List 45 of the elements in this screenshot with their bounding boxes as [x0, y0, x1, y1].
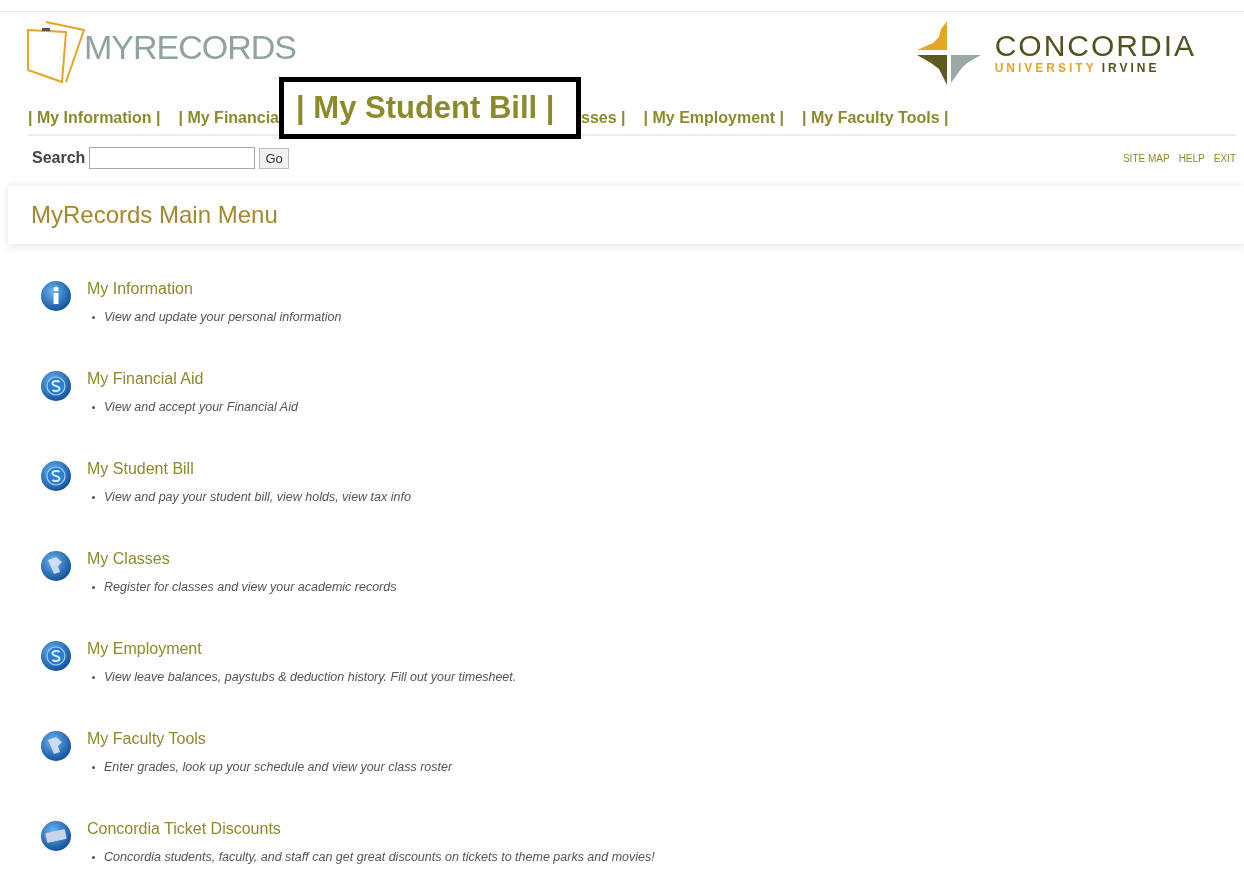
university-subtitle: UNIVERSITY	[994, 61, 1097, 75]
bullet-icon	[92, 495, 95, 499]
nav-link[interactable]: sses |	[581, 109, 626, 127]
university-name: CONCORDIA	[994, 31, 1196, 61]
go-button[interactable]: Go	[259, 147, 289, 169]
highlight-callout[interactable]: | My Student Bill |	[279, 77, 581, 139]
menu-link[interactable]: My Faculty Tools	[87, 730, 453, 748]
info-icon	[40, 280, 72, 312]
bullet-icon	[92, 765, 95, 769]
menu-description: View leave balances, paystubs & deduction history. Fill out your timesheet.	[104, 670, 517, 684]
menu-description: View and update your personal information	[104, 310, 342, 324]
menu-description: Enter grades, look up your schedule and view your class roster	[104, 760, 453, 774]
page-title: MyRecords Main Menu	[31, 201, 278, 229]
bullet-icon	[92, 855, 95, 859]
search-label: Search	[32, 149, 86, 167]
dollar-coin-icon	[40, 640, 72, 672]
menu-link[interactable]: Concordia Ticket Discounts	[87, 820, 655, 838]
menu-link[interactable]: My Information	[87, 280, 342, 298]
menu-description: Concordia students, faculty, and staff can get great discounts on tickets to theme parks and movies!	[104, 850, 655, 864]
utility-link[interactable]: HELP	[1178, 152, 1205, 164]
nav-link[interactable]: | My Information |	[28, 109, 161, 127]
menu-description: View and accept your Financial Aid	[104, 400, 298, 414]
menu-description: Register for classes and view your academic records	[104, 580, 397, 594]
menu-link[interactable]: My Classes	[87, 550, 397, 568]
search-field[interactable]	[89, 147, 256, 169]
nav-link[interactable]: | My Employment |	[643, 109, 785, 127]
utility-link[interactable]: EXIT	[1213, 152, 1236, 164]
utility-link[interactable]: SITE MAP	[1122, 152, 1170, 164]
menu-link[interactable]: My Financial Aid	[87, 370, 298, 388]
bullet-icon	[92, 585, 95, 589]
logo-text: MYRECORDS	[84, 28, 297, 67]
bullet-icon	[92, 315, 95, 319]
campus-name: IRVINE	[1101, 61, 1160, 75]
bullet-icon	[92, 675, 95, 679]
dollar-coin-icon	[40, 460, 72, 492]
menu-description: View and pay your student bill, view holds, view tax info	[104, 490, 411, 504]
nav-link[interactable]: | My Faculty Tools |	[802, 109, 949, 127]
folder-logo-icon	[26, 20, 88, 84]
menu-link[interactable]: My Employment	[87, 640, 517, 658]
menu-link[interactable]: My Student Bill	[87, 460, 411, 478]
bullet-icon	[92, 405, 95, 409]
nav-link[interactable]: | My Financia	[178, 109, 279, 127]
ticket-icon	[40, 820, 72, 852]
cross-logo-icon	[916, 21, 981, 85]
dollar-coin-icon	[40, 370, 72, 402]
